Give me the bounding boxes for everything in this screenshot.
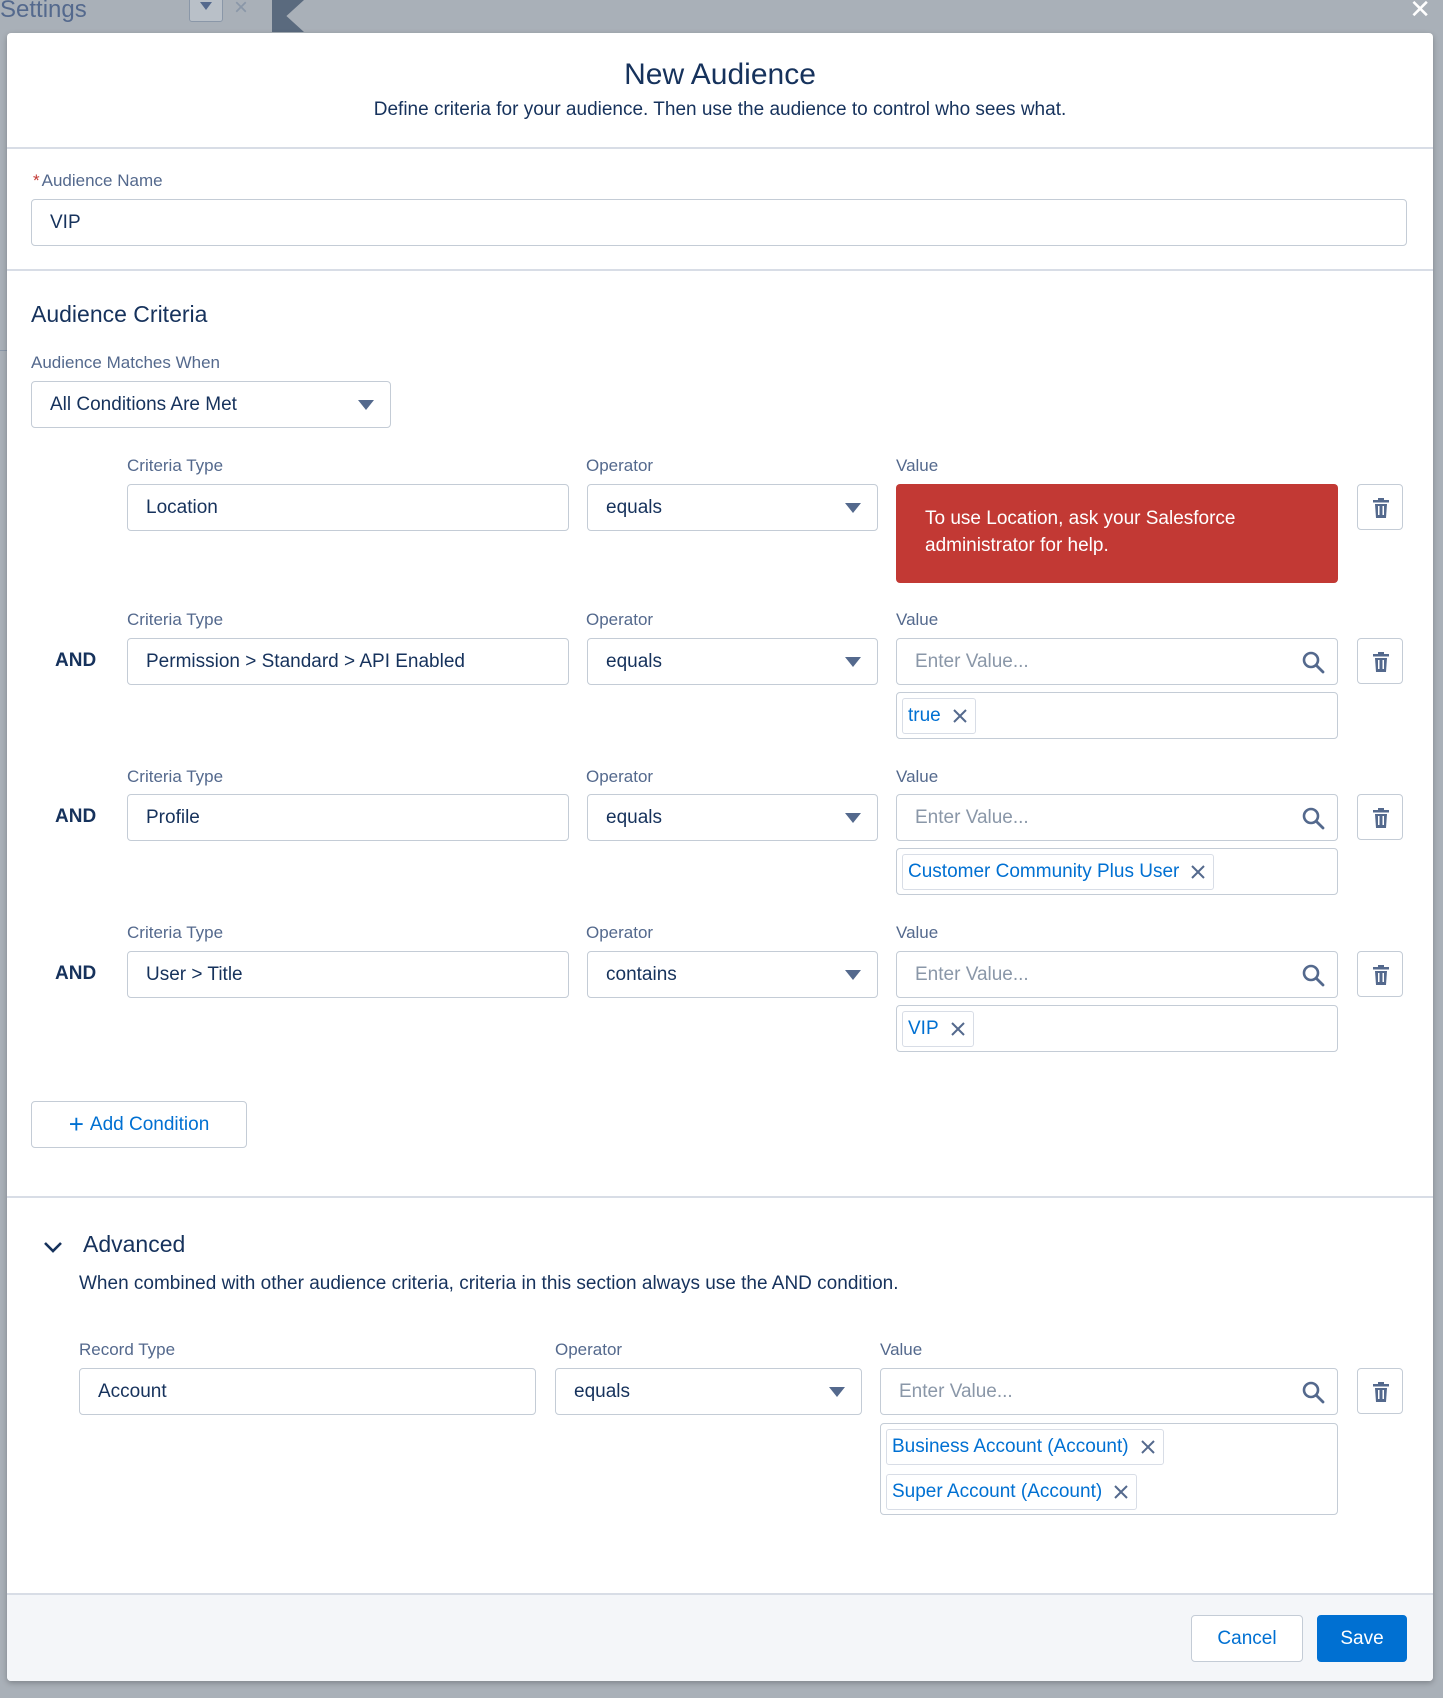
record-type-input[interactable]: Account [79, 1368, 536, 1415]
modal-subtitle: Define criteria for your audience. Then … [373, 99, 1067, 120]
criteria-type-input[interactable]: Permission > Standard > API Enabled [127, 638, 569, 685]
criteria-type-label: Criteria Type [127, 456, 224, 475]
search-icon[interactable] [1301, 650, 1325, 674]
new-audience-modal: New Audience Define criteria for your au… [7, 33, 1433, 1681]
trash-icon [1373, 498, 1389, 518]
and-conjunction: AND [55, 650, 97, 671]
audience-name-label: * Audience Name [33, 171, 163, 191]
close-icon[interactable]: ✕ [1409, 0, 1431, 25]
operator-select[interactable]: equals [555, 1368, 862, 1415]
pill-label: true [908, 705, 941, 726]
selected-values-box: true [896, 692, 1338, 739]
advanced-description: When combined with other audience criter… [79, 1273, 899, 1294]
value-search-input[interactable]: Enter Value... [896, 951, 1338, 998]
value-pill[interactable]: true [902, 698, 976, 734]
trash-icon [1373, 965, 1389, 985]
audience-name-label-text: Audience Name [41, 171, 163, 190]
operator-select[interactable]: contains [587, 951, 878, 998]
pill-label: Super Account (Account) [892, 1481, 1103, 1502]
value-placeholder: Enter Value... [915, 807, 1029, 828]
search-icon[interactable] [1301, 1380, 1325, 1404]
operator-label: Operator [555, 1340, 623, 1359]
location-error-message: To use Location, ask your Salesforce adm… [896, 484, 1338, 583]
plus-icon: + [68, 1109, 84, 1139]
pill-label: VIP [908, 1018, 939, 1039]
delete-condition-button[interactable] [1357, 484, 1403, 530]
value-label: Value [896, 767, 939, 786]
value-search-input[interactable]: Enter Value... [880, 1368, 1338, 1415]
value-pill[interactable]: VIP [902, 1011, 974, 1047]
operator-select[interactable]: equals [587, 794, 878, 841]
remove-pill-icon[interactable] [1140, 1440, 1155, 1454]
modal-title: New Audience [624, 58, 816, 91]
selected-values-box: VIP [896, 1005, 1338, 1052]
delete-condition-button[interactable] [1357, 794, 1403, 840]
audience-matches-select[interactable]: All Conditions Are Met [31, 381, 391, 428]
selected-values-box: Customer Community Plus User [896, 848, 1338, 895]
audience-matches-label: Audience Matches When [31, 353, 220, 372]
pill-label: Customer Community Plus User [908, 861, 1180, 882]
modal-header: New Audience Define criteria for your au… [7, 33, 1433, 149]
value-search-input[interactable]: Enter Value... [896, 638, 1338, 685]
section-divider [7, 1196, 1433, 1198]
record-type-label: Record Type [79, 1340, 176, 1359]
section-divider [7, 269, 1433, 271]
criteria-type-label: Criteria Type [127, 610, 224, 629]
delete-condition-button[interactable] [1357, 1368, 1403, 1414]
add-condition-label: Add Condition [89, 1114, 210, 1135]
value-pill[interactable]: Super Account (Account) [886, 1474, 1138, 1510]
criteria-type-label: Criteria Type [127, 767, 224, 786]
remove-pill-icon[interactable] [1191, 865, 1206, 879]
pill-label: Business Account (Account) [892, 1436, 1129, 1457]
trash-icon [1373, 652, 1389, 672]
background-app-title: Settings [0, 0, 87, 23]
operator-select[interactable]: equals [587, 638, 878, 685]
operator-label: Operator [586, 456, 654, 475]
advanced-heading: Advanced [83, 1231, 186, 1257]
value-placeholder: Enter Value... [915, 651, 1029, 672]
delete-condition-button[interactable] [1357, 638, 1403, 684]
remove-pill-icon[interactable] [950, 1022, 965, 1036]
value-placeholder: Enter Value... [915, 964, 1029, 985]
remove-pill-icon[interactable] [953, 709, 967, 723]
audience-criteria-heading: Audience Criteria [31, 301, 208, 327]
background-tab-shape [272, 0, 304, 32]
and-conjunction: AND [55, 806, 97, 827]
selected-values-box: Business Account (Account) Super Account… [880, 1423, 1338, 1515]
audience-name-input[interactable]: VIP [31, 199, 1407, 246]
save-button[interactable]: Save [1317, 1615, 1407, 1662]
criteria-type-input[interactable]: User > Title [127, 951, 569, 998]
background-dropdown-icon [189, 0, 223, 22]
delete-condition-button[interactable] [1357, 951, 1403, 997]
remove-pill-icon[interactable] [1114, 1485, 1128, 1499]
value-label: Value [880, 1340, 923, 1359]
background-divider [0, 350, 7, 351]
criteria-type-input[interactable]: Profile [127, 794, 569, 841]
value-search-input[interactable]: Enter Value... [896, 794, 1338, 841]
value-pill[interactable]: Customer Community Plus User [902, 854, 1215, 890]
value-placeholder: Enter Value... [899, 1381, 1013, 1402]
value-label: Value [896, 456, 939, 475]
operator-label: Operator [586, 610, 654, 629]
and-conjunction: AND [55, 963, 97, 984]
search-icon[interactable] [1301, 963, 1325, 987]
trash-icon [1373, 1382, 1389, 1402]
value-pill[interactable]: Business Account (Account) [886, 1429, 1164, 1465]
cancel-button[interactable]: Cancel [1191, 1615, 1303, 1662]
criteria-type-label: Criteria Type [127, 923, 224, 942]
required-mark: * [33, 171, 40, 190]
value-label: Value [896, 923, 939, 942]
add-condition-button[interactable]: + Add Condition [31, 1101, 247, 1148]
operator-select[interactable]: equals [587, 484, 878, 531]
background-close-icon: × [234, 0, 249, 21]
value-label: Value [896, 610, 939, 629]
criteria-type-input[interactable]: Location [127, 484, 569, 531]
trash-icon [1373, 808, 1389, 828]
chevron-down-icon [44, 1242, 62, 1253]
modal-footer: Cancel Save [7, 1593, 1433, 1681]
operator-label: Operator [586, 923, 654, 942]
operator-label: Operator [586, 767, 654, 786]
search-icon[interactable] [1301, 806, 1325, 830]
